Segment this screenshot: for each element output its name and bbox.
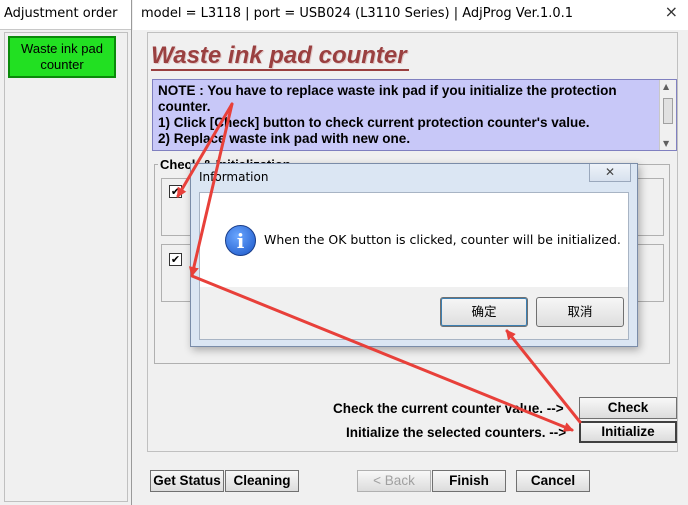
arrow-to-initialize-button xyxy=(190,274,574,432)
arrow-to-checkbox-2 xyxy=(188,102,234,277)
arrow-to-checkbox-1 xyxy=(176,102,234,198)
annotation-arrows xyxy=(176,102,582,432)
